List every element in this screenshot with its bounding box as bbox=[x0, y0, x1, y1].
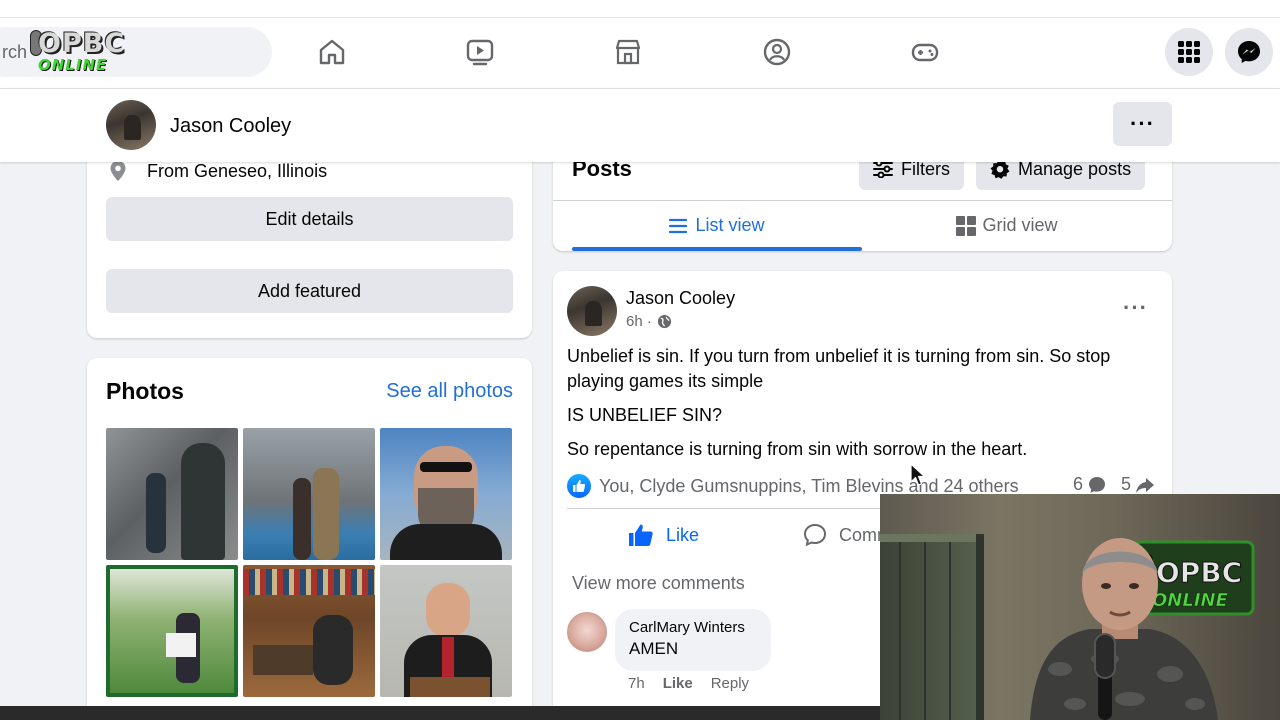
view-more-comments-link[interactable]: View more comments bbox=[572, 573, 745, 594]
location-pin-icon bbox=[110, 161, 126, 181]
intro-card: From Geneseo, Illinois Edit details Add … bbox=[87, 140, 532, 338]
photo-thumbnail[interactable] bbox=[106, 565, 238, 697]
profile-more-button[interactable]: ··· bbox=[1113, 102, 1172, 146]
active-tab-indicator bbox=[572, 247, 862, 251]
thumbs-up-icon bbox=[629, 524, 653, 546]
list-view-icon bbox=[669, 218, 688, 233]
groups-icon[interactable] bbox=[761, 36, 793, 68]
gaming-icon[interactable] bbox=[909, 36, 941, 68]
edit-details-button[interactable]: Edit details bbox=[106, 197, 513, 241]
post-author-avatar[interactable] bbox=[567, 286, 617, 336]
comment-text: AMEN bbox=[629, 639, 679, 658]
engagement-counts[interactable]: 6 5 bbox=[1073, 474, 1155, 495]
share-count-icon bbox=[1136, 477, 1155, 493]
webcam-overlay: OPBC ONLINE bbox=[880, 494, 1280, 720]
comment-actions: 7h Like Reply bbox=[628, 675, 749, 692]
comment-button[interactable]: Comm bbox=[803, 519, 892, 551]
tab-list-view[interactable]: List view bbox=[572, 200, 862, 251]
post-text-paragraph: Unbelief is sin. If you turn from unbeli… bbox=[567, 346, 1111, 391]
search-placeholder: rch bbox=[2, 42, 28, 62]
commenter-avatar[interactable] bbox=[567, 612, 607, 652]
tab-grid-view[interactable]: Grid view bbox=[862, 200, 1152, 251]
commenter-name[interactable]: CarlMary Winters bbox=[629, 619, 757, 636]
photo-thumbnail[interactable] bbox=[243, 428, 375, 560]
post-timestamp[interactable]: 6h · bbox=[626, 313, 672, 330]
photos-title: Photos bbox=[106, 378, 184, 404]
post-options-button[interactable]: ··· bbox=[1123, 295, 1148, 321]
home-icon[interactable] bbox=[316, 36, 348, 68]
taskbar-strip bbox=[0, 706, 880, 720]
comment-count-icon bbox=[1089, 476, 1106, 493]
menu-grid-icon[interactable] bbox=[1165, 28, 1213, 76]
comment-reply-button[interactable]: Reply bbox=[711, 675, 749, 692]
post-time-text: 6h · bbox=[626, 313, 652, 330]
see-all-photos-link[interactable]: See all photos bbox=[386, 380, 513, 403]
comment-like-button[interactable]: Like bbox=[663, 675, 693, 692]
profile-header-bar: Jason Cooley ··· bbox=[0, 88, 1280, 162]
photo-thumbnail[interactable] bbox=[243, 565, 375, 697]
comment-icon bbox=[803, 523, 827, 547]
logo-top-text: OPBC bbox=[38, 28, 126, 59]
hometown-row: From Geneseo, Illinois bbox=[107, 160, 327, 182]
add-featured-button[interactable]: Add featured bbox=[106, 269, 513, 313]
watch-icon[interactable] bbox=[464, 36, 496, 68]
like-reaction-icon bbox=[567, 474, 591, 498]
webcam-sign-bottom: ONLINE bbox=[1152, 590, 1229, 611]
filters-icon bbox=[873, 160, 893, 178]
from-label: From bbox=[147, 160, 189, 181]
gear-icon bbox=[990, 159, 1010, 179]
opbc-logo: OPBC ONLINE bbox=[30, 28, 150, 74]
logo-bottom-text: ONLINE bbox=[38, 56, 108, 74]
from-city[interactable]: Geneseo, Illinois bbox=[194, 161, 327, 182]
messenger-icon[interactable] bbox=[1225, 28, 1273, 76]
webcam-sign-top: OPBC bbox=[1156, 556, 1242, 589]
photos-card: Photos See all photos bbox=[87, 358, 532, 720]
post-author-name[interactable]: Jason Cooley bbox=[626, 288, 735, 309]
webcam-video-frame: OPBC ONLINE bbox=[880, 494, 1280, 720]
like-label: Like bbox=[666, 524, 700, 545]
photo-thumbnail[interactable] bbox=[380, 565, 512, 697]
list-view-label: List view bbox=[695, 215, 765, 235]
share-count: 5 bbox=[1121, 474, 1132, 494]
browser-bookmark-strip bbox=[0, 0, 1280, 18]
globe-icon bbox=[657, 314, 671, 329]
post-text-paragraph: IS UNBELIEF SIN? bbox=[567, 405, 723, 425]
comment-count: 6 bbox=[1073, 474, 1084, 494]
mouse-cursor-icon bbox=[910, 463, 926, 486]
comment-time[interactable]: 7h bbox=[628, 675, 645, 692]
photo-thumbnail[interactable] bbox=[106, 428, 238, 560]
photo-thumbnail[interactable] bbox=[380, 428, 512, 560]
grid-view-label: Grid view bbox=[982, 215, 1058, 235]
grid-view-icon bbox=[956, 215, 977, 236]
profile-avatar[interactable] bbox=[106, 100, 156, 150]
top-navigation: rch OPBC ONLINE bbox=[0, 0, 1280, 88]
marketplace-icon[interactable] bbox=[612, 36, 644, 68]
profile-name[interactable]: Jason Cooley bbox=[170, 115, 291, 138]
comment-bubble: CarlMary Winters AMEN bbox=[615, 609, 771, 671]
like-button[interactable]: Like bbox=[628, 519, 699, 551]
post-text-paragraph: So repentance is turning from sin with s… bbox=[567, 439, 1028, 459]
